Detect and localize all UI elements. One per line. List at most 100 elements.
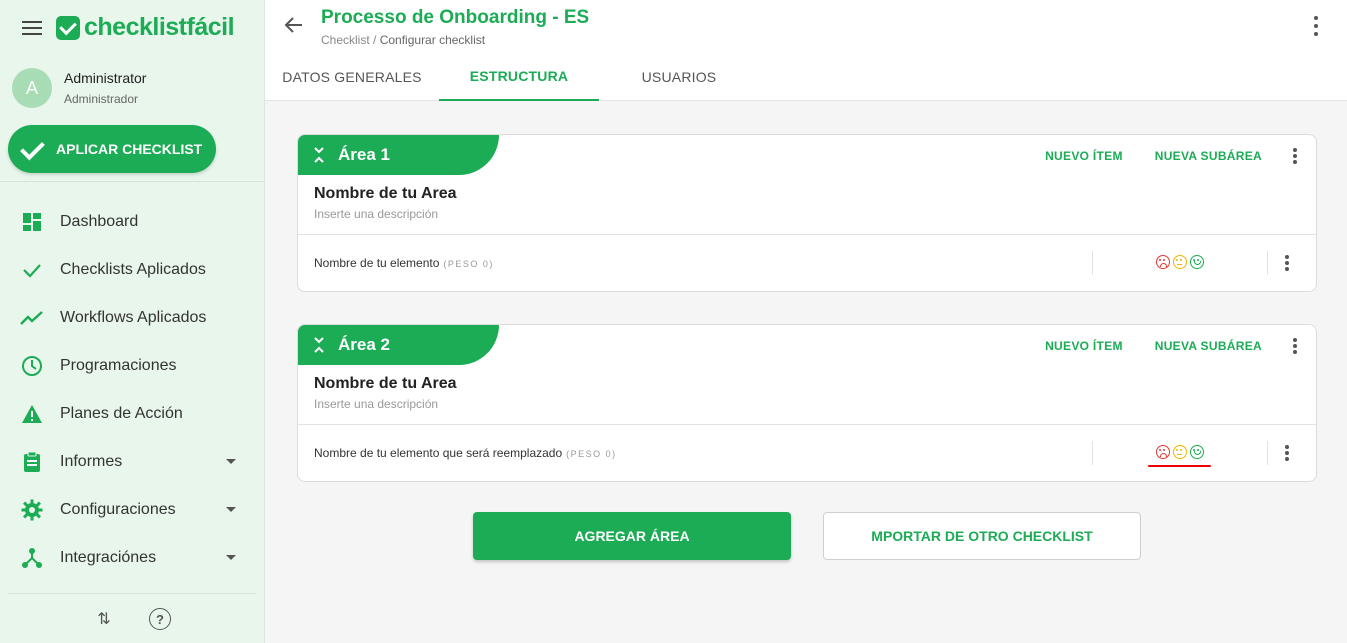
highlight-underline [1148, 465, 1211, 467]
sort-icon[interactable]: ⇅ [93, 608, 115, 630]
sidebar-item-label: Programaciones [60, 357, 177, 374]
collapse-icon[interactable] [312, 146, 326, 164]
breadcrumb: Checklist / Configurar checklist [321, 33, 485, 47]
area-description[interactable]: Inserte una descripción [314, 397, 438, 411]
page-title: Processo de Onboarding - ES [321, 7, 590, 28]
apply-checklist-label: APLICAR CHECKLIST [56, 141, 203, 157]
breadcrumb-current: Configurar checklist [379, 33, 486, 47]
import-checklist-button[interactable]: MPORTAR DE OTRO CHECKLIST [823, 512, 1141, 560]
sidebar-item-label: Planes de Acción [60, 405, 183, 422]
breadcrumb-root[interactable]: Checklist / [321, 33, 376, 47]
sidebar-nav: Dashboard Checklists Aplicados Workflows… [0, 198, 264, 582]
sidebar-item-label: Checklists Aplicados [60, 261, 206, 278]
area-title: Área 1 [338, 145, 390, 164]
rating-faces [1156, 445, 1204, 459]
dashboard-icon [20, 210, 44, 234]
trend-icon [20, 306, 44, 330]
more-vert-icon[interactable] [1284, 255, 1290, 271]
back-arrow-icon[interactable] [283, 14, 305, 36]
area-card: Área 1 NUEVO ÍTEM NUEVA SUBÁREA Nombre d… [297, 134, 1317, 292]
happy-face-icon [1190, 255, 1204, 269]
check-icon [20, 258, 44, 282]
sidebar-item-label: Dashboard [60, 213, 139, 230]
page-header: Processo de Onboarding - ES Checklist / … [265, 0, 1347, 101]
tab-usuarios[interactable]: USUARIOS [599, 53, 759, 101]
chevron-down-icon [226, 507, 236, 512]
more-vert-icon[interactable] [1292, 338, 1298, 354]
hub-icon [20, 546, 44, 570]
tab-estructura[interactable]: ESTRUCTURA [439, 53, 599, 101]
main-content: Processo de Onboarding - ES Checklist / … [265, 0, 1347, 643]
divider [1267, 251, 1268, 275]
chevron-down-icon [226, 555, 236, 560]
item-name-text: Nombre de tu elemento que será reemplaza… [314, 446, 563, 460]
sidebar-item-label: Workflows Aplicados [60, 309, 207, 326]
sidebar-item-dashboard[interactable]: Dashboard [0, 198, 264, 246]
logo-check-icon [56, 15, 80, 40]
sidebar-item-configuraciones[interactable]: Configuraciones [0, 486, 264, 534]
item-weight: (PESO 0) [443, 259, 494, 269]
item-name-text: Nombre de tu elemento [314, 256, 440, 270]
more-vert-icon[interactable] [1284, 445, 1290, 461]
more-vert-icon[interactable] [1313, 16, 1319, 36]
sidebar-item-informes[interactable]: Informes [0, 438, 264, 486]
item-name[interactable]: Nombre de tu elemento que será reemplaza… [314, 446, 617, 460]
neutral-face-icon [1173, 255, 1187, 269]
sad-face-icon [1156, 445, 1170, 459]
area-header-tab[interactable]: Área 1 [298, 135, 499, 175]
area-name[interactable]: Nombre de tu Area [314, 375, 457, 393]
new-subarea-button[interactable]: NUEVA SUBÁREA [1155, 149, 1262, 163]
rating-faces [1156, 255, 1204, 269]
logo-text: checklistfácil [84, 13, 235, 41]
check-icon [20, 139, 40, 159]
sidebar-footer: ⇅ ? [8, 593, 256, 643]
sidebar-item-label: Configuraciones [60, 501, 176, 518]
area-title: Área 2 [338, 335, 390, 354]
help-icon[interactable]: ? [149, 608, 171, 630]
user-profile[interactable]: A Administrator Administrador [12, 68, 146, 108]
item-weight: (PESO 0) [566, 449, 617, 459]
divider [0, 181, 264, 182]
area-header-tab[interactable]: Área 2 [298, 325, 499, 365]
item-row: Nombre de tu elemento (PESO 0) [298, 234, 1316, 291]
structure-content: Área 1 NUEVO ÍTEM NUEVA SUBÁREA Nombre d… [265, 102, 1347, 643]
new-item-button[interactable]: NUEVO ÍTEM [1045, 339, 1123, 353]
sidebar-item-programaciones[interactable]: Programaciones [0, 342, 264, 390]
avatar: A [12, 68, 52, 108]
gear-icon [20, 498, 44, 522]
divider [1092, 251, 1093, 275]
sidebar-item-planes[interactable]: Planes de Acción [0, 390, 264, 438]
clipboard-icon [20, 450, 44, 474]
sidebar-item-workflows[interactable]: Workflows Aplicados [0, 294, 264, 342]
user-name: Administrator [64, 70, 147, 86]
add-area-button[interactable]: AGREGAR ÁREA [473, 512, 791, 560]
area-name[interactable]: Nombre de tu Area [314, 185, 457, 203]
menu-icon[interactable] [22, 21, 42, 37]
divider [1267, 441, 1268, 465]
area-actions: NUEVO ÍTEM NUEVA SUBÁREA [1045, 338, 1316, 354]
happy-face-icon [1190, 445, 1204, 459]
item-row: Nombre de tu elemento que será reemplaza… [298, 424, 1316, 481]
area-description[interactable]: Inserte una descripción [314, 207, 438, 221]
sidebar-item-integraciones[interactable]: Integraciónes [0, 534, 264, 582]
collapse-icon[interactable] [312, 336, 326, 354]
apply-checklist-button[interactable]: APLICAR CHECKLIST [8, 125, 216, 173]
new-item-button[interactable]: NUEVO ÍTEM [1045, 149, 1123, 163]
logo[interactable]: checklistfácil [56, 13, 235, 42]
sidebar-item-checklists[interactable]: Checklists Aplicados [0, 246, 264, 294]
sidebar-item-label: Informes [60, 453, 123, 470]
sidebar-item-label: Integraciónes [60, 549, 157, 566]
sidebar: checklistfácil A Administrator Administr… [0, 0, 265, 643]
divider [1092, 441, 1093, 465]
sad-face-icon [1156, 255, 1170, 269]
more-vert-icon[interactable] [1292, 148, 1298, 164]
brand-bar: checklistfácil [0, 0, 265, 56]
tab-datos-generales[interactable]: DATOS GENERALES [265, 53, 439, 101]
clock-icon [20, 354, 44, 378]
tab-bar: DATOS GENERALES ESTRUCTURA USUARIOS [265, 53, 759, 101]
warning-icon [20, 402, 44, 426]
item-name[interactable]: Nombre de tu elemento (PESO 0) [314, 256, 494, 270]
new-subarea-button[interactable]: NUEVA SUBÁREA [1155, 339, 1262, 353]
neutral-face-icon [1173, 445, 1187, 459]
area-actions: NUEVO ÍTEM NUEVA SUBÁREA [1045, 148, 1316, 164]
